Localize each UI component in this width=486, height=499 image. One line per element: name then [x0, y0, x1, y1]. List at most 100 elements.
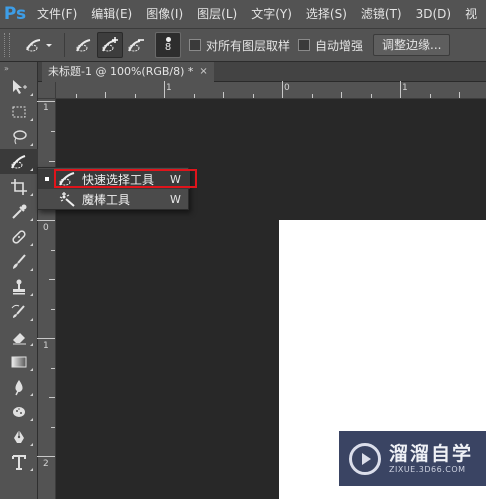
tool-group-indicator [30, 143, 33, 146]
crop-icon [11, 178, 27, 195]
move-tool[interactable] [0, 74, 38, 99]
brush-icon [13, 253, 26, 269]
menu-image[interactable]: 图像(I) [139, 0, 190, 28]
tool-preset-picker[interactable] [18, 32, 58, 58]
quick-selection-tool[interactable] [0, 149, 38, 174]
flyout-label: 魔棒工具 [82, 192, 131, 207]
clone-stamp-tool[interactable] [0, 274, 38, 299]
ruler-tick [37, 101, 55, 102]
flyout-shortcut: W [170, 192, 181, 206]
ruler-tick [37, 220, 55, 221]
dodge-tool[interactable] [0, 399, 38, 424]
ruler-tick [37, 456, 55, 457]
tool-group-indicator [30, 393, 33, 396]
flyout-item-magic-wand[interactable]: 魔棒工具 W [38, 189, 190, 209]
history-brush-tool[interactable] [0, 299, 38, 324]
selected-bullet-icon [45, 177, 49, 181]
menu-type[interactable]: 文字(Y) [244, 0, 299, 28]
tool-group-indicator [30, 168, 33, 171]
checkbox-box[interactable] [189, 39, 201, 51]
eyedropper-icon [12, 204, 27, 219]
tools-panel: » [0, 62, 38, 499]
sponge-icon [13, 406, 25, 417]
menu-select[interactable]: 选择(S) [299, 0, 354, 28]
tool-group-indicator [30, 118, 33, 121]
healing-brush-tool[interactable] [0, 224, 38, 249]
marquee-tool[interactable] [0, 99, 38, 124]
type-icon [12, 454, 26, 470]
ruler-corner[interactable] [38, 82, 56, 99]
ruler-label: 0 [43, 223, 49, 233]
type-tool[interactable] [0, 449, 38, 474]
ruler-tick [49, 161, 55, 162]
ruler-tick [51, 309, 55, 310]
highlight-annotation-box [54, 169, 197, 188]
close-icon[interactable]: × [199, 62, 207, 82]
menu-layer[interactable]: 图层(L) [190, 0, 244, 28]
ruler-tick [76, 94, 77, 98]
tool-group-indicator [30, 193, 33, 196]
lasso-tool[interactable] [0, 124, 38, 149]
history-brush-icon [11, 304, 25, 318]
blur-tool[interactable] [0, 374, 38, 399]
toolbar-collapse-icon[interactable]: » [0, 62, 37, 74]
play-icon [362, 452, 371, 465]
ruler-label: 1 [43, 103, 49, 113]
brush-size-value: 8 [164, 42, 172, 53]
ruler-tick [135, 94, 136, 98]
menu-filter[interactable]: 滤镜(T) [354, 0, 409, 28]
menu-bar: Ps 文件(F) 编辑(E) 图像(I) 图层(L) 文字(Y) 选择(S) 滤… [0, 0, 486, 28]
gradient-tool[interactable] [0, 349, 38, 374]
add-to-selection-button[interactable] [97, 32, 123, 58]
tool-group-indicator [30, 93, 33, 96]
pen-tool[interactable] [0, 424, 38, 449]
eyedropper-tool[interactable] [0, 199, 38, 224]
watermark-text: 溜溜自学 ZIXUE.3D66.COM [389, 443, 473, 474]
refine-edge-button[interactable]: 调整边缘... [373, 34, 451, 56]
tool-group-indicator [30, 268, 33, 271]
tool-group-indicator [30, 343, 33, 346]
ruler-label: 1 [43, 341, 49, 351]
ruler-label: 1 [402, 83, 408, 93]
ruler-tick [400, 81, 401, 98]
bandage-icon [12, 229, 26, 244]
ruler-tick [430, 94, 431, 98]
watermark-title: 溜溜自学 [389, 443, 474, 465]
ruler-tick [51, 250, 55, 251]
tool-group-indicator [30, 218, 33, 221]
ruler-tick [51, 368, 55, 369]
horizontal-ruler[interactable]: 1 0 1 [56, 81, 486, 99]
ruler-tick [51, 427, 55, 428]
brush-new-icon [76, 39, 91, 52]
brush-tool[interactable] [0, 249, 38, 274]
ruler-tick [312, 94, 313, 98]
menu-edit[interactable]: 编辑(E) [84, 0, 139, 28]
eraser-tool[interactable] [0, 324, 38, 349]
menu-view[interactable]: 视 [458, 0, 484, 28]
ruler-tick [51, 131, 55, 132]
crop-tool[interactable] [0, 174, 38, 199]
new-selection-button[interactable] [71, 32, 97, 58]
rect-marquee-icon [12, 106, 26, 117]
brush-subtract-icon [128, 39, 144, 52]
menu-3d[interactable]: 3D(D) [409, 0, 458, 28]
ruler-tick [37, 338, 55, 339]
ruler-tick [371, 94, 372, 98]
drop-icon [15, 379, 23, 395]
sample-all-layers-checkbox[interactable]: 对所有图层取样 [189, 37, 290, 54]
options-grip[interactable] [4, 33, 10, 57]
stamp-icon [13, 279, 25, 294]
subtract-from-selection-button[interactable] [123, 32, 149, 58]
quick-selection-preset-icon [26, 39, 52, 52]
magic-wand-icon [59, 192, 75, 207]
checkbox-box[interactable] [298, 39, 311, 51]
document-tab-title: 未标题-1 @ 100%(RGB/8) * [48, 65, 194, 78]
menu-file[interactable]: 文件(F) [30, 0, 84, 28]
brush-size-picker[interactable]: 8 [155, 32, 181, 58]
tool-group-indicator [30, 468, 33, 471]
ruler-label: 0 [284, 83, 290, 93]
document-tabs: 未标题-1 @ 100%(RGB/8) * × [38, 62, 486, 82]
auto-enhance-checkbox[interactable]: 自动增强 [298, 37, 363, 54]
document-tab[interactable]: 未标题-1 @ 100%(RGB/8) * × [42, 62, 214, 82]
vertical-ruler[interactable]: 1 0 1 [37, 99, 56, 499]
